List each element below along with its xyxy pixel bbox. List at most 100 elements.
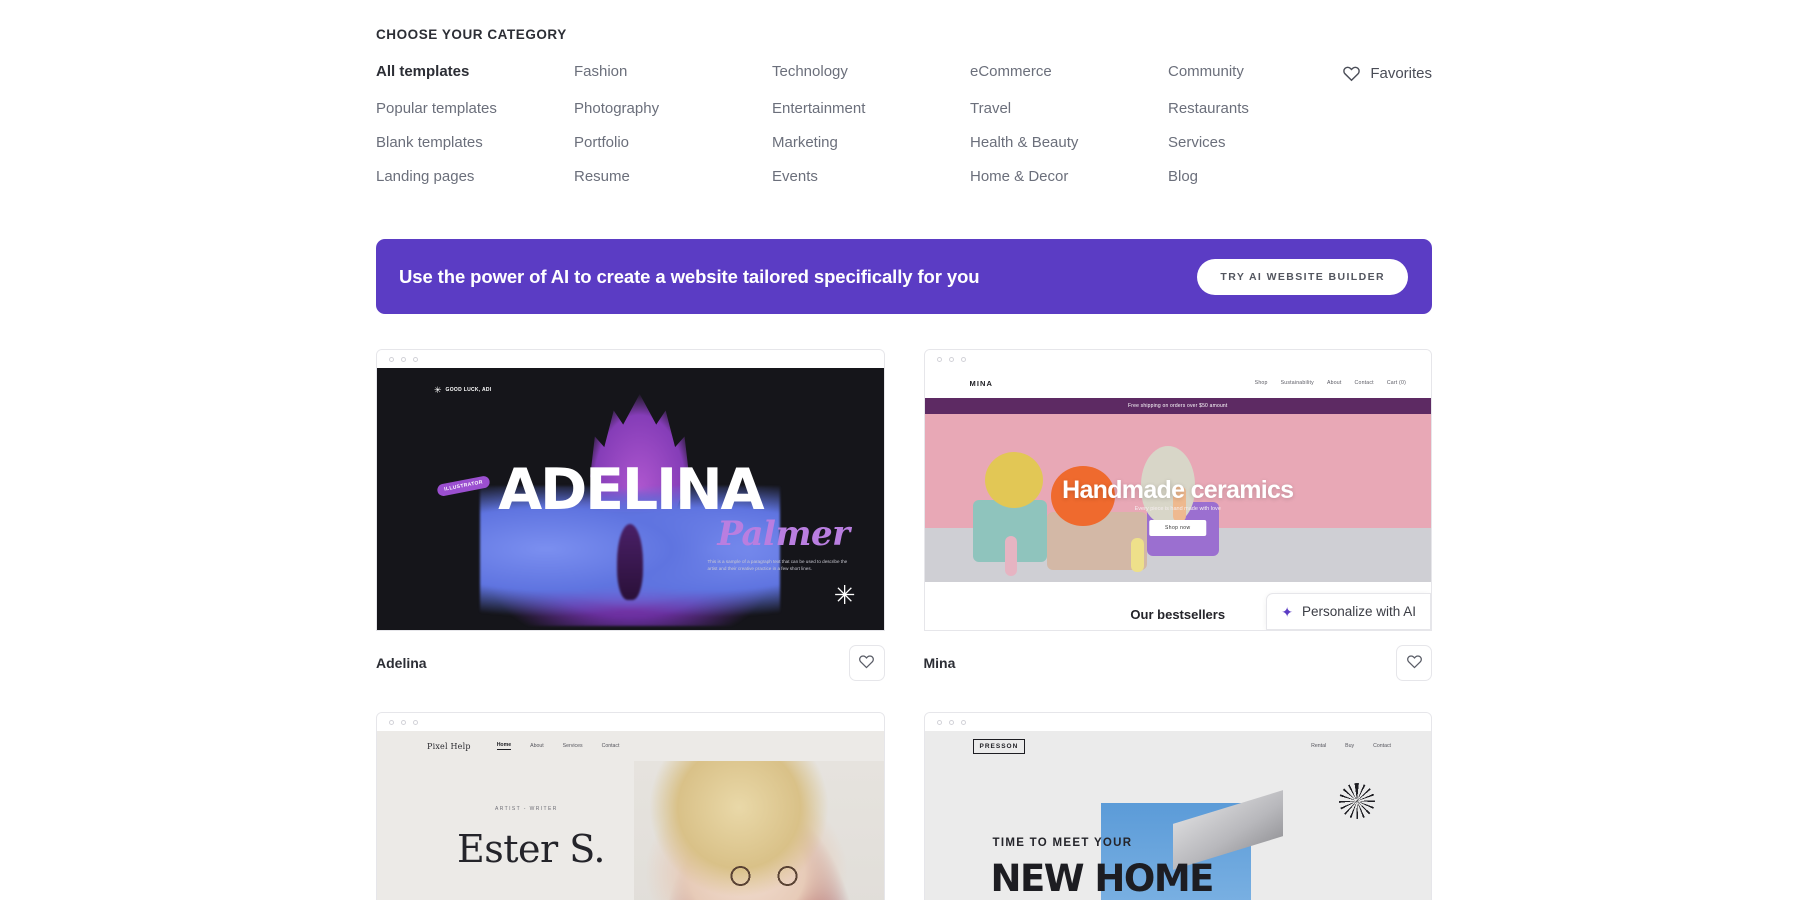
window-dot-icon	[413, 719, 418, 725]
favorites-link[interactable]: Favorites	[1342, 64, 1432, 83]
sidebar-item-portfolio[interactable]: Portfolio	[574, 135, 629, 151]
preview-subtitle: Every piece is hand made with love	[1134, 506, 1221, 512]
personalize-with-ai-button[interactable]: ✦ Personalize with AI	[1266, 593, 1431, 630]
sparkle-icon: ✳	[833, 580, 856, 610]
window-dot-icon	[948, 719, 954, 725]
window-dot-icon	[960, 719, 966, 725]
template-card-mina[interactable]: MINA Shop Sustainability About Contact C…	[923, 349, 1432, 681]
preview-title: ADELINA	[498, 457, 765, 523]
preview-title: Ester S.	[457, 827, 606, 871]
preview-cart-item: Cart (0)	[1386, 380, 1406, 386]
sidebar-item-landing-pages[interactable]: Landing pages	[376, 169, 474, 185]
preview-navbar: PRESSON Rental Buy Contact	[925, 731, 1432, 761]
template-preview-mina[interactable]: MINA Shop Sustainability About Contact C…	[924, 368, 1431, 630]
preview-title: Handmade ceramics	[1062, 476, 1294, 504]
heart-icon	[858, 653, 875, 673]
sidebar-item-services[interactable]: Services	[1168, 135, 1226, 151]
template-card-ester[interactable]: Pixel Help Home About Services Contact A…	[376, 712, 885, 900]
starburst-icon	[1339, 783, 1375, 819]
browser-chrome	[924, 350, 1431, 368]
browser-frame: MINA Shop Sustainability About Contact C…	[923, 349, 1432, 631]
sidebar-item-restaurants[interactable]: Restaurants	[1168, 101, 1249, 117]
preview-navbar: MINA Shop Sustainability About Contact C…	[924, 368, 1431, 398]
template-card-presson[interactable]: PRESSON Rental Buy Contact TIME TO MEET …	[923, 712, 1432, 900]
preview-nav-item: Sustainability	[1280, 380, 1314, 386]
sidebar-item-popular-templates[interactable]: Popular templates	[376, 101, 497, 117]
sparkle-icon: ✦	[1281, 603, 1293, 620]
ceramic-shape	[1004, 536, 1017, 576]
template-preview-ester[interactable]: Pixel Help Home About Services Contact A…	[377, 731, 884, 900]
window-dot-icon	[401, 356, 406, 362]
preview-nav-item: About	[1326, 380, 1342, 386]
template-card-footer: Adelina	[376, 645, 885, 681]
preview-nav-links: Rental Buy Contact	[1311, 743, 1391, 749]
ai-website-builder-banner: Use the power of AI to create a website …	[376, 239, 1432, 314]
preview-eyebrow: TIME TO MEET YOUR	[992, 837, 1133, 849]
template-name: Adelina	[376, 655, 427, 671]
category-grid: All templates Fashion Technology eCommer…	[376, 64, 1432, 185]
sidebar-item-home-decor[interactable]: Home & Decor	[970, 169, 1068, 185]
window-dot-icon	[948, 356, 954, 362]
window-dot-icon	[389, 356, 394, 362]
browser-chrome	[377, 713, 884, 731]
sidebar-item-blog[interactable]: Blog	[1168, 169, 1198, 185]
sidebar-item-blank-templates[interactable]: Blank templates	[376, 135, 483, 151]
preview-body: This is a sample of a paragraph text tha…	[707, 559, 848, 571]
preview-eyebrow: ARTIST - WRITER	[495, 806, 558, 812]
sidebar-item-photography[interactable]: Photography	[574, 101, 659, 117]
template-card-adelina[interactable]: ✳ GOOD LUCK, ADI ILLUSTRATOR ADELINA Pal…	[376, 349, 885, 681]
sidebar-item-events[interactable]: Events	[772, 169, 818, 185]
sidebar-item-technology[interactable]: Technology	[772, 64, 848, 83]
preview-nav-item: Contact	[1373, 743, 1391, 749]
preview-nav-item: Contact	[1354, 380, 1374, 386]
try-ai-website-builder-button[interactable]: TRY AI WEBSITE BUILDER	[1197, 258, 1408, 295]
sidebar-item-fashion[interactable]: Fashion	[574, 64, 627, 83]
personalize-with-ai-label: Personalize with AI	[1301, 604, 1416, 619]
preview-navbar: Pixel Help Home About Services Contact	[377, 731, 884, 761]
preview-nav-item: Home	[496, 742, 512, 750]
browser-frame: Pixel Help Home About Services Contact A…	[376, 712, 885, 900]
favorite-button[interactable]	[848, 645, 885, 681]
heart-icon	[1342, 64, 1361, 83]
preview-promo-bar: Free shipping on orders over $50 amount	[924, 398, 1431, 414]
starburst-icon: ✳	[434, 385, 442, 395]
sidebar-item-health-beauty[interactable]: Health & Beauty	[970, 135, 1078, 151]
window-dot-icon	[936, 356, 942, 362]
preview-nav-item: Contact	[601, 743, 620, 749]
sidebar-item-travel[interactable]: Travel	[970, 101, 1011, 117]
window-dot-icon	[936, 719, 942, 725]
favorite-button[interactable]	[1396, 645, 1432, 681]
preview-title: NEW HOME	[990, 857, 1215, 900]
sidebar-item-community[interactable]: Community	[1168, 64, 1244, 83]
sidebar-item-entertainment[interactable]: Entertainment	[772, 101, 865, 117]
preview-nav-links: Home About Services Contact	[496, 742, 620, 750]
sidebar-item-all-templates[interactable]: All templates	[376, 64, 469, 83]
page-title: CHOOSE YOUR CATEGORY	[376, 27, 567, 42]
window-dot-icon	[389, 719, 394, 725]
browser-chrome	[377, 350, 884, 368]
content-column: CHOOSE YOUR CATEGORY All templates Fashi…	[376, 0, 1432, 900]
ai-banner-text: Use the power of AI to create a website …	[399, 265, 980, 287]
favorites-cell: Favorites	[1342, 64, 1432, 83]
template-preview-adelina[interactable]: ✳ GOOD LUCK, ADI ILLUSTRATOR ADELINA Pal…	[377, 368, 884, 630]
sidebar-item-ecommerce[interactable]: eCommerce	[970, 64, 1052, 83]
template-preview-presson[interactable]: PRESSON Rental Buy Contact TIME TO MEET …	[924, 731, 1432, 900]
window-dot-icon	[413, 356, 418, 362]
preview-nav-item: Buy	[1345, 743, 1355, 749]
favorites-label: Favorites	[1370, 65, 1432, 82]
preview-hero: Handmade ceramics Every piece is hand ma…	[924, 414, 1431, 582]
window-dot-icon	[401, 719, 406, 725]
sidebar-item-resume[interactable]: Resume	[574, 169, 630, 185]
window-dot-icon	[960, 356, 966, 362]
preview-logo-label: GOOD LUCK, ADI	[445, 386, 492, 393]
preview-subtitle: Palmer	[717, 514, 850, 554]
preview-nav-links: Shop Sustainability About Contact Cart (…	[1255, 380, 1406, 386]
browser-frame: PRESSON Rental Buy Contact TIME TO MEET …	[923, 712, 1432, 900]
template-name: Mina	[923, 655, 956, 671]
preview-logo-label: PRESSON	[972, 738, 1026, 754]
sidebar-item-marketing[interactable]: Marketing	[772, 135, 838, 151]
preview-cta-button: Shop now	[1149, 520, 1207, 536]
template-card-footer: Mina	[923, 645, 1432, 681]
